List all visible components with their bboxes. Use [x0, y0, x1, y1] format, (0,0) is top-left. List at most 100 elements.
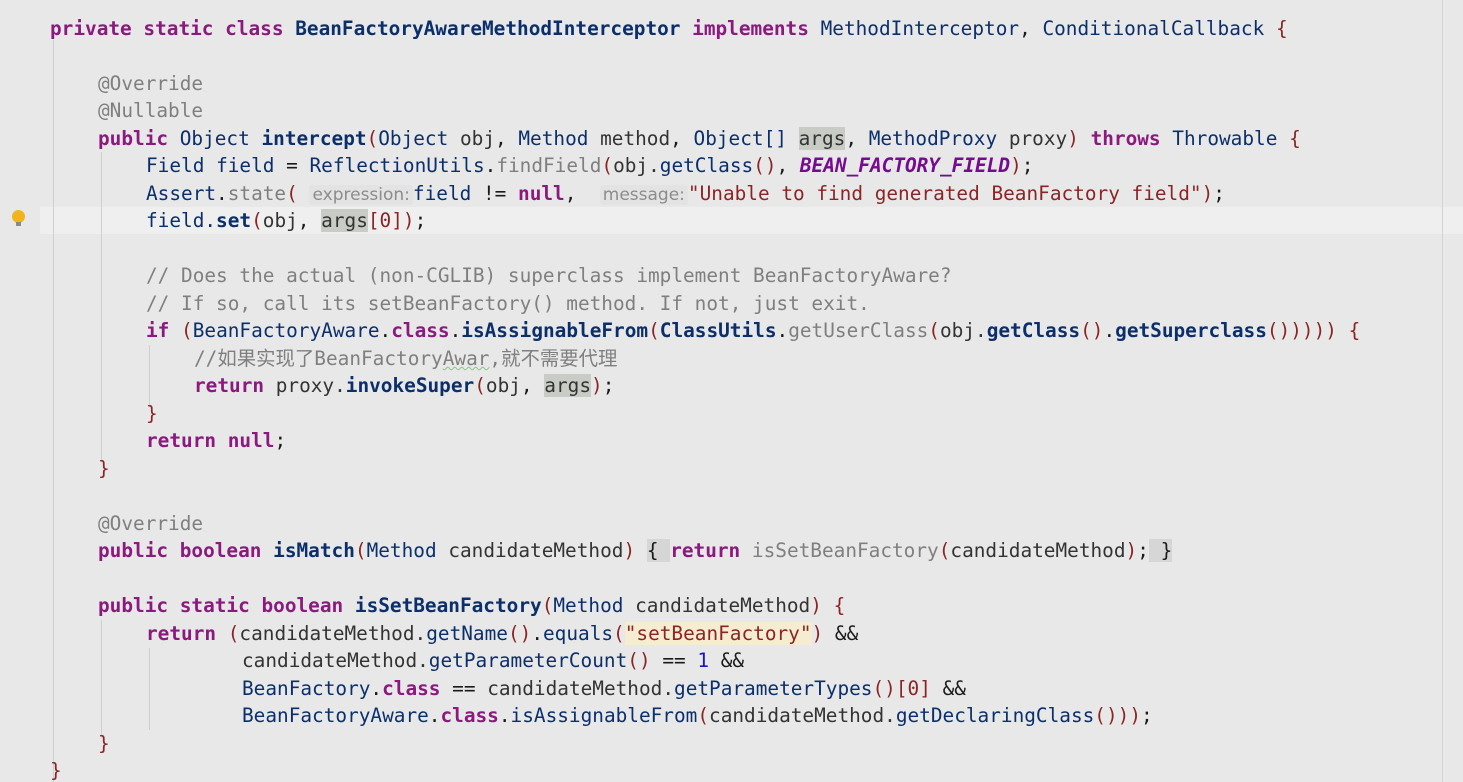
brace: {	[1348, 319, 1361, 342]
variable: obj	[485, 374, 521, 397]
method-call: getSuperclass	[1115, 319, 1267, 342]
paren: (	[227, 622, 240, 645]
variable: obj	[262, 209, 298, 232]
fold-marker[interactable]: {	[646, 539, 671, 562]
keyword: class	[225, 17, 284, 40]
paren: ()))))	[1266, 319, 1337, 342]
code-line[interactable]: BeanFactory.class == candidateMethod.get…	[242, 675, 966, 702]
paren: ()	[627, 649, 651, 672]
method-call: state	[227, 182, 287, 205]
parameter: args	[798, 127, 846, 150]
operator: &&	[942, 677, 966, 700]
punctuation: ;	[1213, 182, 1225, 205]
operator: &&	[720, 649, 745, 672]
code-line[interactable]: // If so, call its setBeanFactory() meth…	[146, 290, 870, 317]
parameter: candidateMethod	[448, 539, 624, 562]
keyword: public	[98, 127, 169, 150]
code-line[interactable]: return (candidateMethod.getName().equals…	[146, 620, 858, 647]
paren: )	[1067, 127, 1079, 150]
brace: }	[98, 732, 110, 755]
punctuation: .	[216, 182, 228, 205]
code-line[interactable]: }	[98, 455, 110, 482]
method-name: intercept	[261, 127, 367, 150]
code-line[interactable]: // Does the actual (non-CGLIB) superclas…	[146, 262, 952, 289]
paren: ()	[507, 622, 532, 645]
code-line[interactable]: return proxy.invokeSuper(obj, args);	[194, 372, 614, 399]
keyword: return	[146, 622, 217, 645]
code-line[interactable]: Field field = ReflectionUtils.findField(…	[146, 152, 1033, 179]
punctuation: ,	[297, 209, 310, 232]
method-call: getParameterCount	[428, 649, 628, 672]
punctuation: .	[379, 319, 392, 342]
brace: {	[646, 539, 659, 562]
parameter: proxy	[1008, 127, 1068, 150]
paren: (	[613, 622, 625, 645]
code-line[interactable]: }	[50, 757, 62, 782]
indent-guide	[149, 345, 150, 407]
keyword: null	[227, 429, 275, 452]
code-editor[interactable]: private static class BeanFactoryAwareMet…	[0, 0, 1463, 782]
variable: proxy.	[275, 374, 346, 397]
punctuation: ;	[274, 429, 287, 452]
keyword: implements	[692, 17, 809, 40]
variable: candidateMethod.	[709, 704, 896, 727]
type-name: Method	[366, 539, 437, 562]
code-line[interactable]: public Object intercept(Object obj, Meth…	[98, 125, 1301, 152]
variable: args	[544, 374, 591, 397]
method-call: getParameterTypes	[674, 677, 873, 700]
parameter-hint: expression:	[309, 185, 413, 205]
indent-guide	[101, 152, 102, 462]
keyword: return	[146, 429, 217, 452]
punctuation: ;	[414, 209, 427, 232]
keyword: return	[194, 374, 265, 397]
comment: // If so, call its setBeanFactory() meth…	[146, 292, 870, 315]
type-name: Field	[146, 154, 205, 177]
parameter-hint: message:	[599, 185, 688, 205]
editor-gutter[interactable]	[0, 0, 40, 782]
code-line[interactable]: @Override	[98, 510, 203, 537]
code-line[interactable]: if (BeanFactoryAware.class.isAssignableF…	[146, 317, 1360, 344]
type-name: MethodProxy	[868, 127, 998, 150]
code-line[interactable]: Assert.state( expression: field != null, …	[146, 180, 1225, 207]
paren: (	[601, 154, 614, 177]
paren: (	[474, 374, 486, 397]
method-call: getClass	[659, 154, 754, 177]
code-line[interactable]: private static class BeanFactoryAwareMet…	[50, 15, 1288, 42]
code-line[interactable]: candidateMethod.getParameterCount() == 1…	[242, 647, 744, 674]
variable: field.	[146, 209, 217, 232]
number-literal: 1	[697, 649, 710, 672]
code-line[interactable]: field.set(obj, args[0]);	[146, 207, 426, 234]
code-line[interactable]: return null;	[146, 427, 286, 454]
punctuation: ,	[495, 127, 507, 150]
code-line[interactable]: @Nullable	[98, 97, 203, 124]
paren: )	[402, 209, 415, 232]
lightbulb-icon[interactable]	[12, 210, 25, 226]
type-name: Object	[378, 127, 449, 150]
brace: }	[1160, 539, 1173, 562]
code-line[interactable]: }	[98, 730, 110, 757]
fold-marker[interactable]: }	[1148, 539, 1173, 562]
code-line[interactable]: BeanFactoryAware.class.isAssignableFrom(…	[242, 702, 1153, 729]
method-call: findField	[496, 154, 602, 177]
keyword: if	[146, 319, 170, 342]
annotation: @Nullable	[98, 99, 204, 122]
keyword: class	[382, 677, 441, 700]
comment: ,就不需要代理	[489, 347, 618, 370]
brace: {	[1275, 17, 1288, 40]
keyword: static	[143, 17, 214, 40]
code-line[interactable]: @Override	[98, 70, 203, 97]
method-call: invokeSuper	[345, 374, 475, 397]
method-call: isAssignableFrom	[461, 319, 649, 342]
punctuation: ,	[1019, 17, 1031, 40]
indent-guide	[101, 620, 102, 738]
right-margin-guide	[1442, 0, 1443, 782]
code-line[interactable]: public static boolean isSetBeanFactory(M…	[98, 592, 845, 619]
code-line[interactable]: //如果实现了BeanFactoryAwar,就不需要代理	[194, 345, 617, 372]
code-line[interactable]: }	[146, 400, 158, 427]
paren: )	[810, 594, 822, 617]
paren: (	[366, 127, 379, 150]
keyword: private	[50, 17, 132, 40]
code-line[interactable]: public boolean isMatch(Method candidateM…	[98, 537, 1173, 564]
paren: (	[928, 319, 940, 342]
paren: (	[181, 319, 193, 342]
